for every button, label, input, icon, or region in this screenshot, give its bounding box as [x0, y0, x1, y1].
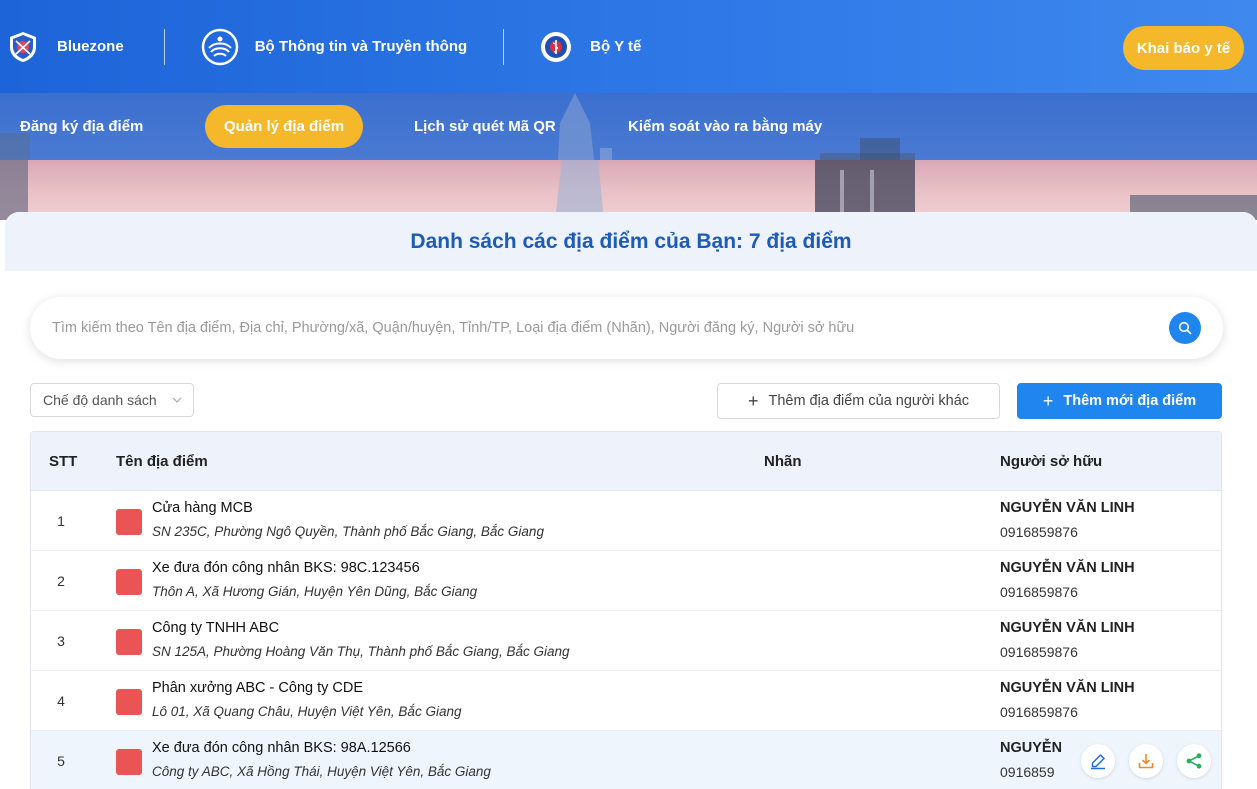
owner-phone: 0916859	[1000, 764, 1055, 780]
brand-label-bluezone: Bluezone	[57, 38, 124, 55]
brand-bluezone[interactable]: Bluezone	[8, 0, 124, 93]
row-actions	[1061, 731, 1221, 789]
place-address: Thôn A, Xã Hương Gián, Huyện Yên Dũng, B…	[152, 584, 478, 599]
column-header-place-name: Tên địa điểm	[116, 453, 208, 470]
place-color-swatch	[116, 629, 142, 655]
place-address: Công ty ABC, Xã Hồng Thái, Huyện Việt Yê…	[152, 764, 491, 779]
row-index: 5	[57, 753, 65, 769]
row-index: 3	[57, 633, 65, 649]
brand-ministry-health[interactable]: Bộ Y tế	[540, 0, 641, 93]
owner-phone: 0916859876	[1000, 644, 1078, 660]
search-input[interactable]	[30, 297, 1150, 359]
table-row[interactable]: 3 Công ty TNHH ABC SN 125A, Phường Hoàng…	[31, 611, 1221, 671]
plus-icon: +	[747, 391, 759, 411]
ministry-info-comm-logo-icon	[201, 28, 239, 66]
place-address: SN 235C, Phường Ngô Quyền, Thành phố Bắc…	[152, 524, 544, 539]
plus-icon: +	[1042, 391, 1054, 411]
owner-name: NGUYỄN VĂN LINH	[1000, 560, 1135, 576]
row-index: 1	[57, 513, 65, 529]
owner-name: NGUYỄN VĂN LINH	[1000, 620, 1135, 636]
place-address: SN 125A, Phường Hoàng Văn Thụ, Thành phố…	[152, 644, 570, 659]
bluezone-shield-icon	[8, 31, 38, 62]
owner-name: NGUYỄN VĂN LINH	[1000, 500, 1135, 516]
chevron-down-icon	[171, 393, 183, 409]
download-icon[interactable]	[1129, 744, 1163, 778]
place-color-swatch	[116, 569, 142, 595]
table-row[interactable]: 1 Cửa hàng MCB SN 235C, Phường Ngô Quyền…	[31, 491, 1221, 551]
place-color-swatch	[116, 689, 142, 715]
nav-item-register-place[interactable]: Đăng ký địa điểm	[20, 105, 143, 148]
nav-item-manage-places[interactable]: Quản lý địa điểm	[205, 105, 364, 148]
city-banner	[0, 160, 1257, 220]
add-others-place-label: Thêm địa điểm của người khác	[768, 393, 970, 409]
add-new-place-label: Thêm mới địa điểm	[1063, 393, 1197, 409]
brand-label-ministry-health: Bộ Y tế	[590, 38, 642, 55]
search-bar	[30, 297, 1223, 359]
brand-label-ministry-info: Bộ Thông tin và Truyền thông	[254, 38, 468, 55]
add-others-place-button[interactable]: + Thêm địa điểm của người khác	[717, 383, 1000, 419]
brand-ministry-info[interactable]: Bộ Thông tin và Truyền thông	[201, 0, 467, 93]
header-separator	[503, 28, 505, 65]
top-header: Bluezone Bộ Thông tin và Truyền thông Bộ…	[0, 0, 1257, 93]
edit-icon[interactable]	[1081, 744, 1115, 778]
place-color-swatch	[116, 509, 142, 535]
places-table: STT Tên địa điểm Nhãn Người sở hữu 1 Cửa…	[30, 431, 1222, 789]
place-name: Cửa hàng MCB	[152, 500, 253, 516]
owner-phone: 0916859876	[1000, 524, 1078, 540]
owner-phone: 0916859876	[1000, 584, 1078, 600]
place-name: Xe đưa đón công nhân BKS: 98C.123456	[152, 560, 420, 576]
owner-phone: 0916859876	[1000, 704, 1078, 720]
main-nav: Đăng ký địa điểm Quản lý địa điểm Lịch s…	[0, 93, 1257, 160]
add-new-place-button[interactable]: + Thêm mới địa điểm	[1017, 383, 1222, 419]
owner-name: NGUYỄN VĂN LINH	[1000, 680, 1135, 696]
table-row[interactable]: 5 Xe đưa đón công nhân BKS: 98A.12566 Cô…	[31, 731, 1221, 789]
owner-name: NGUYỄN	[1000, 740, 1063, 756]
place-color-swatch	[116, 749, 142, 775]
nav-item-qr-scan-history[interactable]: Lịch sử quét Mã QR	[414, 105, 556, 148]
city-banner-illustration	[0, 160, 1257, 220]
place-name: Công ty TNHH ABC	[152, 620, 280, 636]
search-icon[interactable]	[1169, 312, 1201, 344]
view-mode-select[interactable]: Chế độ danh sách	[30, 383, 194, 417]
share-icon[interactable]	[1177, 744, 1211, 778]
card-header: Danh sách các địa điểm của Bạn: 7 địa đi…	[5, 212, 1257, 271]
table-header: STT Tên địa điểm Nhãn Người sở hữu	[31, 432, 1221, 491]
view-mode-value: Chế độ danh sách	[43, 392, 157, 408]
table-row[interactable]: 4 Phân xưởng ABC - Công ty CDE Lô 01, Xã…	[31, 671, 1221, 731]
place-name: Xe đưa đón công nhân BKS: 98A.12566	[152, 740, 411, 756]
row-index: 4	[57, 693, 65, 709]
place-address: Lô 01, Xã Quang Châu, Huyện Việt Yên, Bắ…	[152, 704, 462, 719]
header-separator	[163, 28, 165, 65]
column-header-owner: Người sở hữu	[1000, 453, 1103, 470]
health-declaration-button[interactable]: Khai báo y tế	[1123, 26, 1244, 70]
row-index: 2	[57, 573, 65, 589]
table-row[interactable]: 2 Xe đưa đón công nhân BKS: 98C.123456 T…	[31, 551, 1221, 611]
page-title: Danh sách các địa điểm của Bạn: 7 địa đi…	[410, 229, 852, 253]
place-name: Phân xưởng ABC - Công ty CDE	[152, 680, 364, 696]
ministry-health-logo-icon	[540, 31, 572, 63]
nav-item-machine-access-control[interactable]: Kiểm soát vào ra bằng máy	[628, 105, 822, 148]
column-header-stt: STT	[49, 453, 78, 470]
places-card: Danh sách các địa điểm của Bạn: 7 địa đi…	[5, 212, 1257, 789]
column-header-label: Nhãn	[764, 453, 802, 470]
